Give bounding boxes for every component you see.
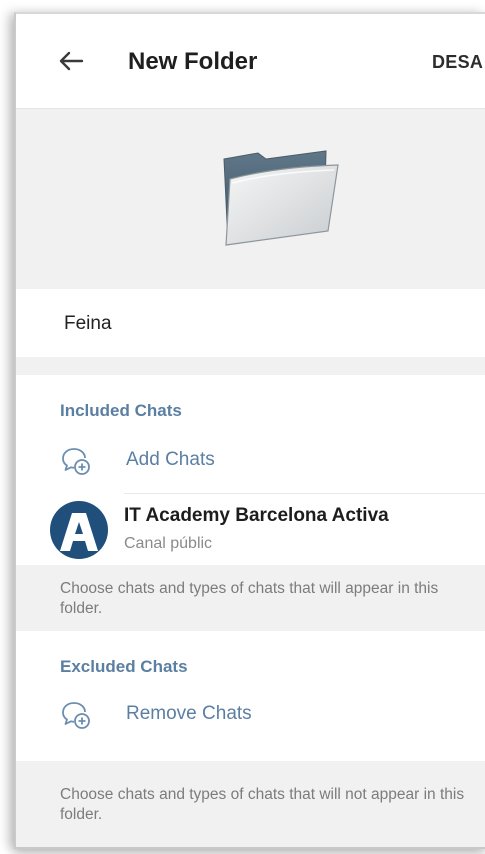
screen: New Folder DESA Feina Included Chats Add… bbox=[14, 12, 485, 849]
add-chat-icon bbox=[62, 448, 90, 475]
folder-name-field[interactable]: Feina bbox=[16, 289, 485, 357]
app-bar: New Folder DESA bbox=[16, 14, 485, 109]
excluded-chats-section: Excluded Chats Remove Chats bbox=[16, 631, 485, 761]
save-button[interactable]: DESA bbox=[432, 52, 483, 73]
back-arrow-icon[interactable] bbox=[56, 46, 86, 76]
included-info-text: Choose chats and types of chats that wil… bbox=[60, 580, 439, 617]
folder-icon bbox=[223, 150, 339, 246]
excluded-info-box: Choose chats and types of chats that wil… bbox=[16, 761, 485, 847]
remove-chats-button[interactable]: Remove Chats bbox=[16, 691, 485, 741]
folder-name-value[interactable]: Feina bbox=[64, 313, 112, 335]
divider bbox=[16, 357, 485, 375]
excluded-chats-title: Excluded Chats bbox=[60, 657, 188, 676]
chat-list-item[interactable]: IT Academy Barcelona Activa Canal públic bbox=[16, 493, 485, 569]
divider bbox=[124, 493, 485, 494]
page-title: New Folder bbox=[128, 48, 258, 75]
chat-subtitle: Canal públic bbox=[124, 535, 213, 552]
included-chats-title: Included Chats bbox=[60, 401, 182, 420]
avatar bbox=[50, 501, 108, 559]
included-chats-section: Included Chats Add Chats IT Academy Barc… bbox=[16, 375, 485, 559]
included-info-box: Choose chats and types of chats that wil… bbox=[16, 565, 485, 631]
excluded-info-text: Choose chats and types of chats that wil… bbox=[60, 786, 465, 823]
folder-illustration-area bbox=[16, 109, 485, 289]
remove-chats-label: Remove Chats bbox=[126, 703, 252, 724]
add-chats-button[interactable]: Add Chats bbox=[16, 437, 485, 487]
chat-name: IT Academy Barcelona Activa bbox=[124, 505, 389, 526]
add-chats-label: Add Chats bbox=[126, 449, 215, 470]
remove-chat-icon bbox=[62, 702, 90, 729]
